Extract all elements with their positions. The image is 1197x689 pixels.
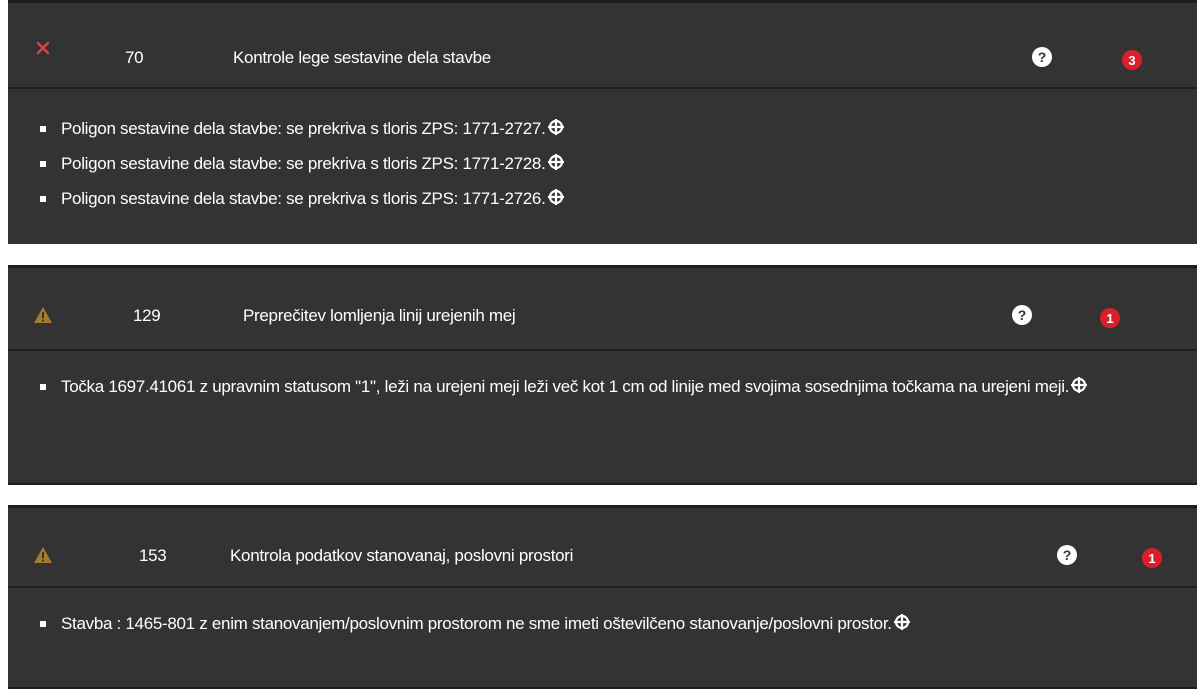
panel-header[interactable]: 129 Preprečitev lomljenja linij urejenih… (8, 268, 1197, 351)
help-icon[interactable]: ? (1057, 545, 1077, 565)
list-item: Poligon sestavine dela stavbe: se prekri… (8, 112, 1197, 147)
warning-icon (32, 304, 54, 326)
check-number: 129 (133, 306, 161, 325)
panel-bottom-border (8, 483, 1197, 485)
error-count-badge: 3 (1122, 50, 1142, 70)
message-text: Poligon sestavine dela stavbe: se prekri… (61, 154, 546, 173)
error-count-badge: 1 (1142, 548, 1162, 568)
panel-header[interactable]: 70 Kontrole lege sestavine dela stavbe ?… (8, 3, 1197, 89)
close-icon (32, 37, 54, 59)
check-number: 70 (125, 48, 144, 67)
header-divider (8, 87, 1197, 89)
list-item: Stavba : 1465-801 z enim stanovanjem/pos… (8, 607, 1197, 642)
message-text: Poligon sestavine dela stavbe: se prekri… (61, 189, 546, 208)
warning-icon (32, 544, 54, 566)
bullet (40, 126, 46, 132)
list-item: Točka 1697.41061 z upravnim statusom "1"… (8, 370, 1197, 405)
check-title: Kontrola podatkov stanovanaj, poslovni p… (230, 546, 574, 565)
bullet (40, 621, 46, 627)
help-icon[interactable]: ? (1032, 47, 1052, 67)
check-panel-153: 153 Kontrola podatkov stanovanaj, poslov… (8, 505, 1197, 689)
check-title: Preprečitev lomljenja linij urejenih mej (243, 306, 516, 325)
check-number: 153 (139, 546, 167, 565)
check-panel-70: 70 Kontrole lege sestavine dela stavbe ?… (8, 0, 1197, 244)
list-item: Poligon sestavine dela stavbe: se prekri… (8, 147, 1197, 182)
check-title: Kontrole lege sestavine dela stavbe (233, 48, 491, 67)
error-count-badge: 1 (1100, 308, 1120, 328)
bullet (40, 384, 46, 390)
message-list: Poligon sestavine dela stavbe: se prekri… (8, 112, 1197, 217)
message-list: Točka 1697.41061 z upravnim statusom "1"… (8, 370, 1197, 405)
crosshair-icon[interactable] (547, 184, 565, 217)
message-text: Poligon sestavine dela stavbe: se prekri… (61, 119, 546, 138)
message-text: Točka 1697.41061 z upravnim statusom "1"… (61, 377, 1070, 396)
list-item: Poligon sestavine dela stavbe: se prekri… (8, 182, 1197, 217)
message-list: Stavba : 1465-801 z enim stanovanjem/pos… (8, 607, 1197, 642)
check-panel-129: 129 Preprečitev lomljenja linij urejenih… (8, 265, 1197, 485)
message-text: Stavba : 1465-801 z enim stanovanjem/pos… (61, 614, 892, 633)
header-divider (8, 586, 1197, 588)
panel-header[interactable]: 153 Kontrola podatkov stanovanaj, poslov… (8, 508, 1197, 588)
crosshair-icon[interactable] (547, 149, 565, 182)
help-icon[interactable]: ? (1012, 305, 1032, 325)
crosshair-icon[interactable] (893, 609, 911, 642)
crosshair-icon[interactable] (1070, 372, 1088, 405)
bullet (40, 196, 46, 202)
bullet (40, 161, 46, 167)
header-divider (8, 349, 1197, 351)
crosshair-icon[interactable] (547, 114, 565, 147)
